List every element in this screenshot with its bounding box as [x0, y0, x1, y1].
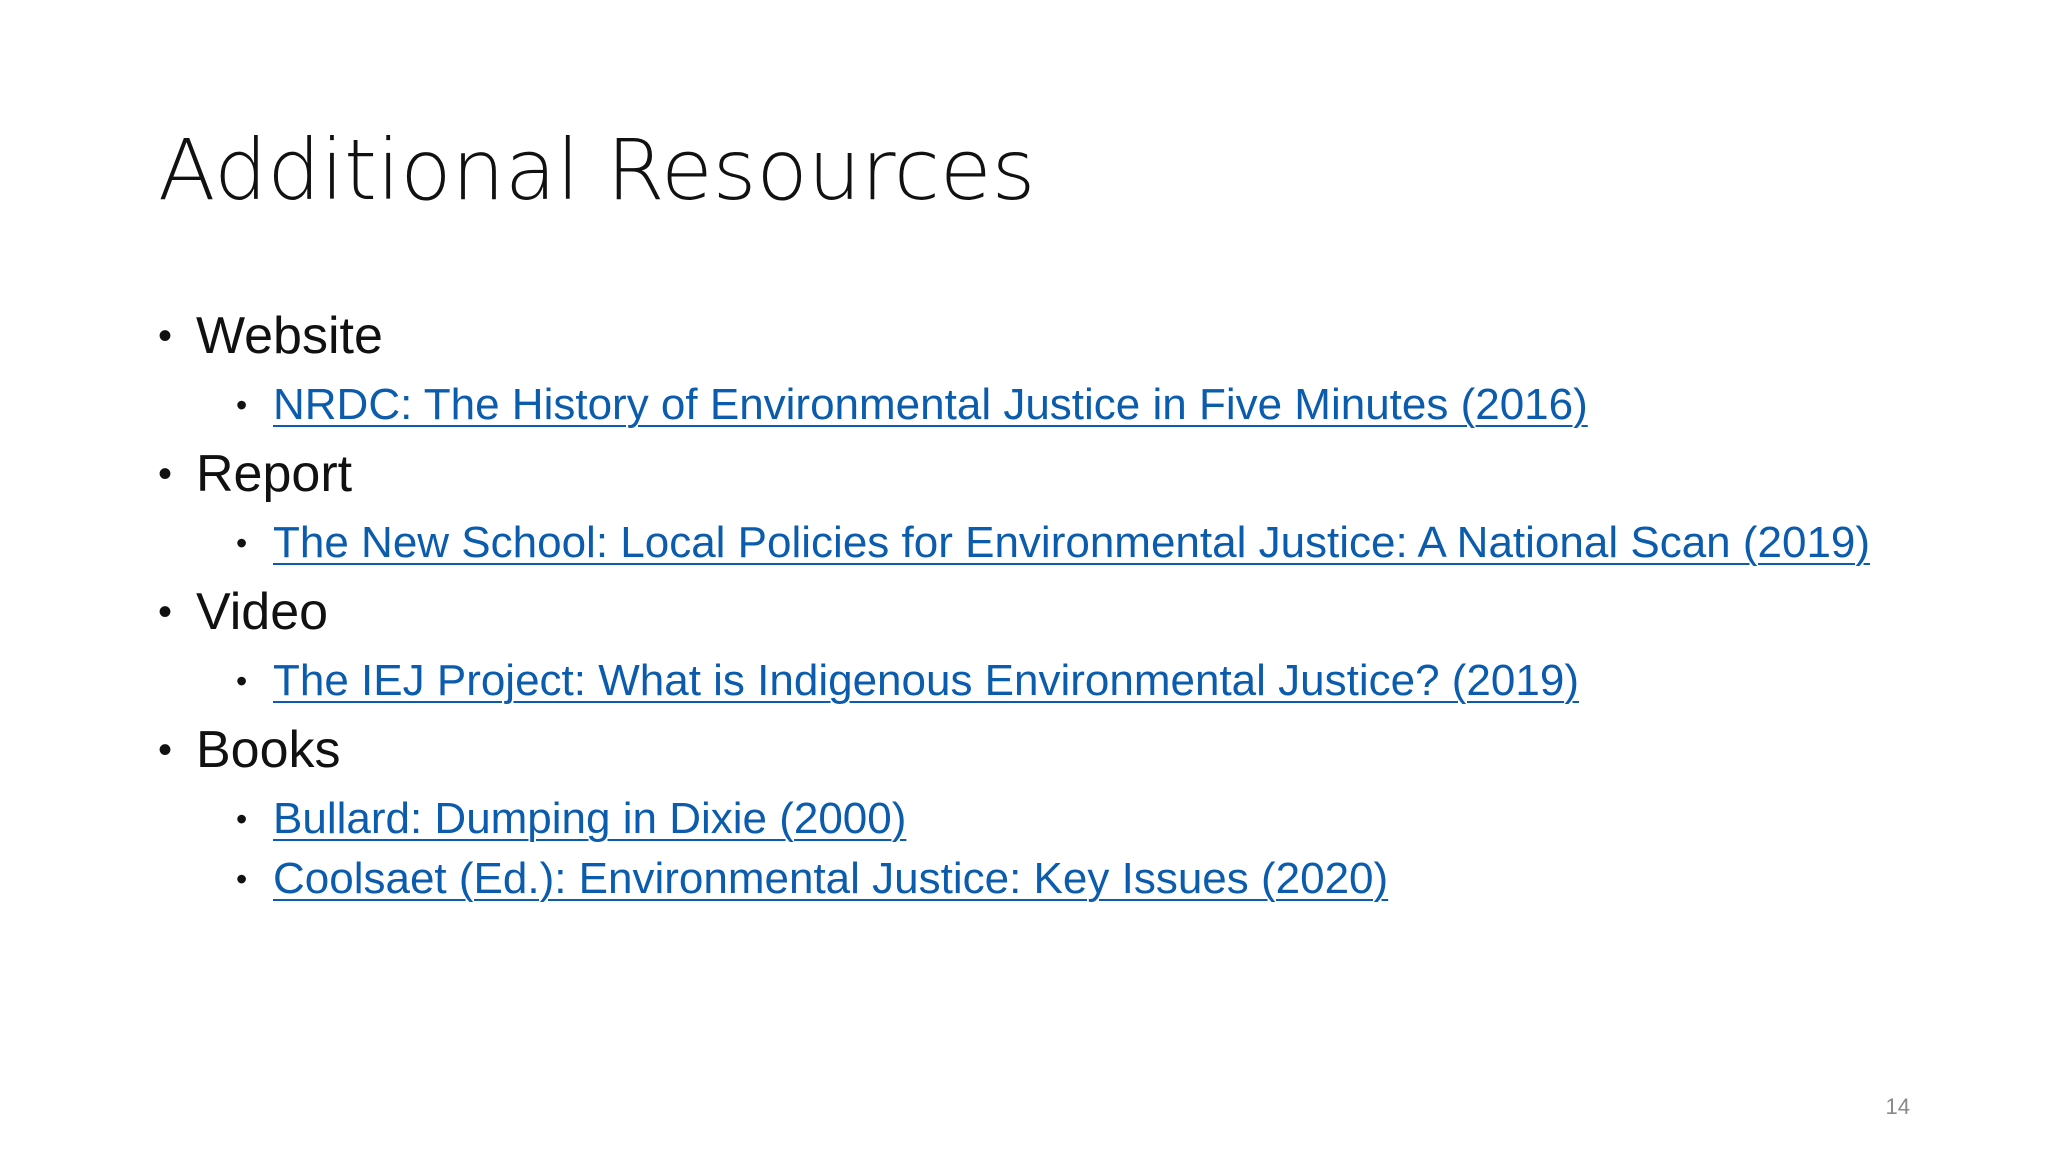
sub-list: • Bullard: Dumping in Dixie (2000) • Coo… [158, 792, 1918, 906]
bullet-icon: • [236, 801, 248, 837]
list-item: • Coolsaet (Ed.): Environmental Justice:… [158, 852, 1918, 906]
bullet-icon: • [158, 314, 173, 358]
section-report: • Report • The New School: Local Policie… [158, 438, 1918, 570]
bullet-icon: • [158, 728, 173, 772]
section-heading-label: Website [196, 307, 383, 365]
section-heading-label: Report [196, 445, 353, 503]
sub-list: • The IEJ Project: What is Indigenous En… [158, 654, 1918, 708]
section-heading: • Report [158, 438, 1918, 510]
bullet-icon: • [236, 861, 248, 897]
section-heading: • Video [158, 576, 1918, 648]
section-heading: • Website [158, 300, 1918, 372]
resource-link-coolsaet[interactable]: Coolsaet (Ed.): Environmental Justice: K… [273, 854, 1388, 903]
sub-list: • NRDC: The History of Environmental Jus… [158, 378, 1918, 432]
list-item: • Bullard: Dumping in Dixie (2000) [158, 792, 1918, 846]
section-books: • Books • Bullard: Dumping in Dixie (200… [158, 714, 1918, 906]
sub-list: • The New School: Local Policies for Env… [158, 516, 1918, 570]
list-item: • The IEJ Project: What is Indigenous En… [158, 654, 1918, 708]
resource-link-new-school[interactable]: The New School: Local Policies for Envir… [273, 518, 1870, 567]
bullet-icon: • [236, 663, 248, 699]
bullet-icon: • [236, 387, 248, 423]
section-heading-label: Video [196, 583, 329, 641]
section-website: • Website • NRDC: The History of Environ… [158, 300, 1918, 432]
page-number: 14 [1885, 1094, 1910, 1119]
slide-title: Additional Resources [158, 121, 1036, 219]
slide: Additional Resources • Website • NRDC: T… [0, 0, 2048, 1152]
section-heading: • Books [158, 714, 1918, 786]
bullet-icon: • [158, 590, 173, 634]
bullet-icon: • [236, 525, 248, 561]
section-video: • Video • The IEJ Project: What is Indig… [158, 576, 1918, 708]
list-item: • The New School: Local Policies for Env… [158, 516, 1918, 570]
resource-link-iej-project[interactable]: The IEJ Project: What is Indigenous Envi… [273, 656, 1579, 705]
bullet-icon: • [158, 452, 173, 496]
list-item: • NRDC: The History of Environmental Jus… [158, 378, 1918, 432]
resource-link-bullard[interactable]: Bullard: Dumping in Dixie (2000) [273, 794, 906, 843]
resource-list: • Website • NRDC: The History of Environ… [158, 300, 1918, 912]
resource-link-nrdc[interactable]: NRDC: The History of Environmental Justi… [273, 380, 1588, 429]
section-heading-label: Books [196, 721, 341, 779]
